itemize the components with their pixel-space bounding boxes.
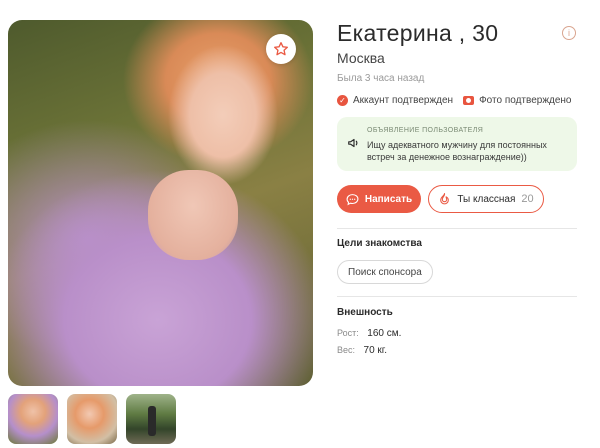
star-icon [274,42,288,56]
photo-detail [148,170,238,260]
photo-thumbnails [8,394,176,444]
camera-icon [463,96,475,105]
weight-row: Вес: 70 кг. [337,345,387,356]
cool-button-label: Ты классная [457,193,516,205]
goal-chip: Поиск спонсора [337,260,433,284]
verification-row: ✓ Аккаунт подтвержден Фото подтверждено [337,95,572,106]
height-value: 160 см. [367,328,402,339]
check-icon: ✓ [337,95,348,106]
ad-text: Ищу адекватного мужчину для постоянных в… [367,140,547,162]
divider [337,228,577,229]
ad-title: ОБЪЯВЛЕНИЕ ПОЛЬЗОВАТЕЛЯ [367,127,484,134]
weight-label: Вес: [337,345,356,355]
photo-verified-label: Фото подтверждено [479,95,572,106]
you-are-cool-button[interactable]: Ты классная 20 [428,185,544,213]
goals-title: Цели знакомства [337,238,422,249]
divider [337,296,577,297]
last-seen: Была 3 часа назад [337,73,425,84]
height-row: Рост: 160 см. [337,328,401,339]
thumbnail-photo[interactable] [8,394,58,444]
thumbnail-photo[interactable] [67,394,117,444]
cool-count: 20 [521,193,534,205]
info-icon[interactable]: i [562,26,576,40]
megaphone-icon [347,136,361,155]
appearance-title: Внешность [337,307,393,318]
main-profile-photo[interactable] [8,20,313,386]
favorite-button[interactable] [266,34,296,64]
account-verified-label: Аккаунт подтвержден [353,95,454,106]
profile-city: Москва [337,50,385,66]
weight-value: 70 кг. [363,345,388,356]
chat-icon [346,193,359,205]
thumbnail-photo[interactable] [126,394,176,444]
goal-chip-label: Поиск спонсора [348,266,422,278]
flame-icon [440,193,450,205]
profile-name: Екатерина , 30 [337,20,499,46]
user-ad-box: ОБЪЯВЛЕНИЕ ПОЛЬЗОВАТЕЛЯ Ищу адекватного … [337,117,577,171]
write-button-label: Написать [364,193,413,205]
height-label: Рост: [337,328,359,338]
write-message-button[interactable]: Написать [337,185,421,213]
